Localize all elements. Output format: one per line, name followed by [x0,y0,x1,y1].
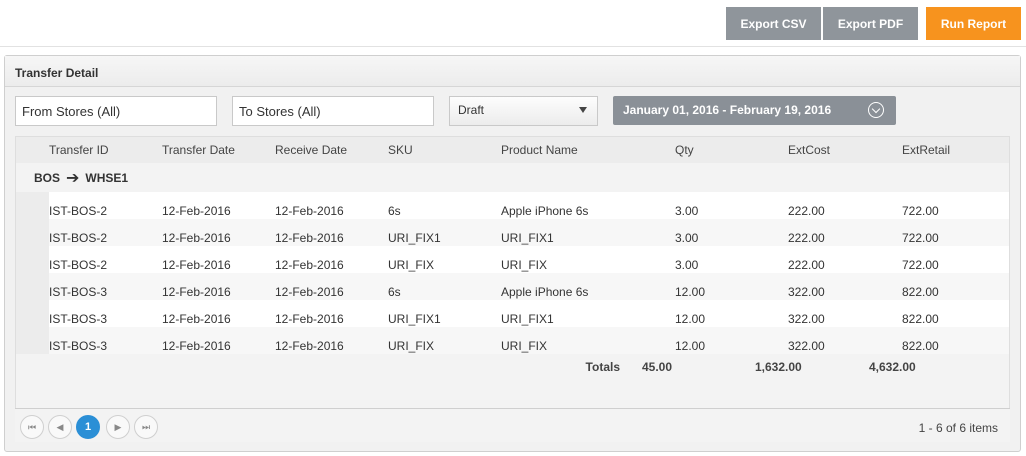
transfer-date-cell: 12-Feb-2016 [162,231,231,245]
totals-cost: 1,632.00 [755,360,802,374]
date-range-picker[interactable]: January 01, 2016 - February 19, 2016 [613,96,896,125]
last-page-icon[interactable]: ⏭ [134,415,158,439]
run-report-button[interactable]: Run Report [926,7,1021,40]
pager: ⏮ ◀ 1 ▶ ⏭ 1 - 6 of 6 items [15,408,1010,442]
qty-cell: 12.00 [675,285,706,299]
transfer-date-cell: 12-Feb-2016 [162,285,231,299]
date-range-value: January 01, 2016 - February 19, 2016 [623,103,832,117]
table-row[interactable]: IST-BOS-3 12-Feb-2016 12-Feb-2016 URI_FIX UR… [16,327,1009,354]
product-name-cell: URI_FIX1 [501,312,554,326]
ext-cost-cell: 222.00 [788,204,825,218]
pager-info: 1 - 6 of 6 items [918,421,998,435]
transfer-id-cell: IST-BOS-3 [49,285,108,299]
qty-cell: 12.00 [675,312,706,326]
column-header[interactable]: Receive Date [275,137,388,163]
chevron-down-circle-icon[interactable] [868,102,884,118]
table-row[interactable]: IST-BOS-2 12-Feb-2016 12-Feb-2016 URI_FIX1 U… [16,219,1009,246]
arrow-right-icon: ➔ [66,169,80,187]
transfer-date-cell: 12-Feb-2016 [162,204,231,218]
export-csv-button[interactable]: Export CSV [726,7,821,40]
product-name-cell: URI_FIX [501,339,548,353]
column-header[interactable]: Product Name [501,137,675,163]
first-page-icon[interactable]: ⏮ [20,415,44,439]
sku-cell: 6s [388,285,401,299]
export-pdf-button[interactable]: Export PDF [823,7,918,40]
receive-date-cell: 12-Feb-2016 [275,231,344,245]
ext-cost-cell: 322.00 [788,312,825,326]
qty-cell: 3.00 [675,231,699,245]
receive-date-cell: 12-Feb-2016 [275,258,344,272]
grid-body: IST-BOS-2 12-Feb-2016 12-Feb-2016 6s Apple i… [16,192,1009,354]
column-header[interactable]: Transfer Date [162,137,275,163]
table-row[interactable]: IST-BOS-3 12-Feb-2016 12-Feb-2016 URI_FIX1 U… [16,300,1009,327]
transfer-id-cell: IST-BOS-3 [49,339,108,353]
transfer-id-cell: IST-BOS-2 [49,258,108,272]
transfer-id-cell: IST-BOS-2 [49,231,108,245]
product-name-cell: Apple iPhone 6s [501,285,589,299]
receive-date-cell: 12-Feb-2016 [275,312,344,326]
transfer-date-cell: 12-Feb-2016 [162,312,231,326]
sku-cell: 6s [388,204,401,218]
column-header[interactable]: ExtCost [788,137,902,163]
ext-retail-cell: 722.00 [902,204,939,218]
ext-retail-cell: 822.00 [902,312,939,326]
ext-retail-cell: 722.00 [902,231,939,245]
receive-date-cell: 12-Feb-2016 [275,285,344,299]
ext-cost-cell: 222.00 [788,231,825,245]
qty-cell: 3.00 [675,204,699,218]
status-select-value: Draft [458,103,485,117]
from-stores-input[interactable]: From Stores (All) [15,96,217,126]
ext-retail-cell: 822.00 [902,339,939,353]
ext-cost-cell: 322.00 [788,285,825,299]
ext-retail-cell: 822.00 [902,285,939,299]
qty-cell: 12.00 [675,339,706,353]
product-name-cell: URI_FIX [501,258,548,272]
group-row[interactable]: BOS ➔ WHSE1 [16,163,1009,192]
ext-cost-cell: 222.00 [788,258,825,272]
grid-header: Transfer ID Transfer Date Receive Date S… [16,137,1009,163]
sku-cell: URI_FIX1 [388,231,441,245]
page-number-button[interactable]: 1 [76,415,100,439]
product-name-cell: URI_FIX1 [501,231,554,245]
table-row[interactable]: IST-BOS-2 12-Feb-2016 12-Feb-2016 6s Apple i… [16,192,1009,219]
transfer-grid: Transfer ID Transfer Date Receive Date S… [15,136,1010,441]
sku-cell: URI_FIX [388,258,435,272]
next-page-icon[interactable]: ▶ [106,415,130,439]
prev-page-icon[interactable]: ◀ [48,415,72,439]
totals-label: Totals [585,360,620,374]
group-from: BOS [34,170,61,185]
report-toolbar: Export CSV Export PDF Run Report [726,7,1021,40]
transfer-id-cell: IST-BOS-2 [49,204,108,218]
totals-retail: 4,632.00 [869,360,916,374]
to-stores-input[interactable]: To Stores (All) [232,96,434,126]
toolbar-divider [0,46,1026,47]
receive-date-cell: 12-Feb-2016 [275,204,344,218]
ext-retail-cell: 722.00 [902,258,939,272]
column-header[interactable]: ExtRetail [902,137,1002,163]
table-row[interactable]: IST-BOS-2 12-Feb-2016 12-Feb-2016 URI_FIX UR… [16,246,1009,273]
qty-cell: 3.00 [675,258,699,272]
group-to: WHSE1 [85,170,129,185]
ext-cost-cell: 322.00 [788,339,825,353]
transfer-date-cell: 12-Feb-2016 [162,258,231,272]
status-select[interactable]: Draft [449,96,598,126]
transfer-id-cell: IST-BOS-3 [49,312,108,326]
panel-title: Transfer Detail [5,56,1020,87]
column-header[interactable]: SKU [388,137,501,163]
sku-cell: URI_FIX1 [388,312,441,326]
caret-down-icon [579,107,587,113]
receive-date-cell: 12-Feb-2016 [275,339,344,353]
column-header[interactable]: Qty [675,137,788,163]
column-header[interactable]: Transfer ID [49,137,162,163]
product-name-cell: Apple iPhone 6s [501,204,589,218]
transfer-date-cell: 12-Feb-2016 [162,339,231,353]
totals-qty: 45.00 [642,360,673,374]
totals-row: Totals 45.00 1,632.00 4,632.00 [16,354,1009,381]
sku-cell: URI_FIX [388,339,435,353]
transfer-detail-panel: Transfer Detail From Stores (All) To Sto… [4,55,1021,452]
table-row[interactable]: IST-BOS-3 12-Feb-2016 12-Feb-2016 6s Apple i… [16,273,1009,300]
